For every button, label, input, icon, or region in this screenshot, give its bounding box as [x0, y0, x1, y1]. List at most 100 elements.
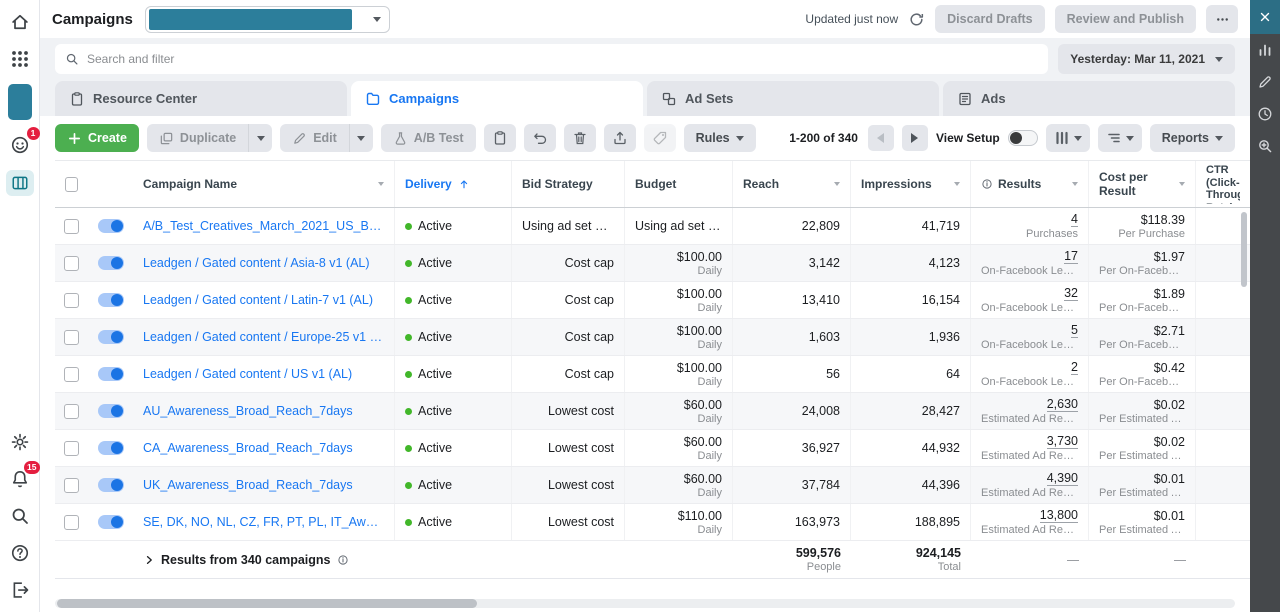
budget-header[interactable]: Budget	[625, 161, 733, 207]
cost-per-result-header[interactable]: Cost per Result	[1089, 161, 1196, 207]
edit-button[interactable]: Edit	[280, 124, 349, 152]
apps-grid-icon[interactable]	[8, 47, 32, 71]
vertical-scrollbar-thumb[interactable]	[1241, 212, 1247, 287]
campaign-name-link[interactable]: AU_Awareness_Broad_Reach_7days	[143, 404, 353, 418]
alerts-bell-icon[interactable]: 15	[8, 467, 32, 491]
home-icon[interactable]	[8, 10, 32, 34]
delete-button[interactable]	[564, 124, 596, 152]
account-selector-dropdown[interactable]	[145, 6, 390, 33]
campaign-active-toggle[interactable]	[98, 219, 124, 233]
impressions-header[interactable]: Impressions	[851, 161, 971, 207]
duplicate-caret-button[interactable]	[248, 124, 272, 152]
results-value[interactable]: 13,800	[1040, 508, 1078, 523]
campaign-name-link[interactable]: UK_Awareness_Broad_Reach_7days	[143, 478, 353, 492]
zoom-icon[interactable]	[1250, 130, 1280, 162]
date-range-picker[interactable]: Yesterday: Mar 11, 2021	[1058, 44, 1235, 74]
row-checkbox[interactable]	[64, 441, 79, 456]
ab-test-button[interactable]: A/B Test	[381, 124, 476, 152]
tab-campaigns[interactable]: Campaigns	[351, 81, 643, 116]
campaign-name-link[interactable]: CA_Awareness_Broad_Reach_7days	[143, 441, 353, 455]
search-icon[interactable]	[8, 504, 32, 528]
business-avatar[interactable]	[8, 84, 32, 120]
campaigns-folder-icon	[365, 91, 381, 107]
campaign-active-toggle[interactable]	[98, 404, 124, 418]
settings-gear-icon[interactable]	[8, 430, 32, 454]
undo-button[interactable]	[524, 124, 556, 152]
row-checkbox[interactable]	[64, 330, 79, 345]
reports-button[interactable]: Reports	[1150, 124, 1235, 152]
results-header[interactable]: Results	[971, 161, 1089, 207]
results-value[interactable]: 32	[1064, 286, 1078, 301]
ads-reporting-icon[interactable]	[6, 170, 34, 196]
horizontal-scrollbar-track[interactable]	[55, 599, 1235, 608]
tab-ads[interactable]: Ads	[943, 81, 1235, 116]
campaign-name-link[interactable]: A/B_Test_Creatives_March_2021_US_Broad_.…	[143, 219, 384, 233]
next-page-button[interactable]	[902, 125, 928, 151]
export-button[interactable]	[604, 124, 636, 152]
campaign-active-toggle[interactable]	[98, 478, 124, 492]
help-icon[interactable]	[8, 541, 32, 565]
prev-page-button[interactable]	[868, 125, 894, 151]
page-export-icon[interactable]	[8, 578, 32, 602]
results-value[interactable]: 3,730	[1047, 434, 1078, 449]
results-value[interactable]: 4	[1071, 212, 1078, 227]
tab-ad-sets[interactable]: Ad Sets	[647, 81, 939, 116]
row-checkbox[interactable]	[64, 293, 79, 308]
search-box[interactable]	[55, 44, 1048, 74]
row-checkbox[interactable]	[64, 404, 79, 419]
refresh-icon[interactable]	[908, 11, 925, 28]
tab-label: Campaigns	[389, 91, 459, 106]
more-options-button[interactable]	[1206, 5, 1238, 33]
campaign-active-toggle[interactable]	[98, 441, 124, 455]
breakdown-button[interactable]	[1098, 124, 1142, 152]
campaign-name-link[interactable]: Leadgen / Gated content / Europe-25 v1 (…	[143, 330, 384, 344]
duplicate-button[interactable]: Duplicate	[147, 124, 248, 152]
edit-caret-button[interactable]	[349, 124, 373, 152]
delivery-header[interactable]: Delivery	[395, 161, 512, 207]
row-checkbox[interactable]	[64, 367, 79, 382]
cost-per-result-cell: $1.97Per On-Facebook Le...	[1089, 245, 1196, 281]
history-clock-icon[interactable]	[1250, 98, 1280, 130]
search-input[interactable]	[87, 52, 1038, 66]
close-icon[interactable]	[1250, 0, 1280, 34]
row-checkbox[interactable]	[64, 219, 79, 234]
columns-button[interactable]	[1046, 124, 1090, 152]
bid-strategy-header[interactable]: Bid Strategy	[512, 161, 625, 207]
row-checkbox[interactable]	[64, 515, 79, 530]
ctr-header[interactable]: CTR (Click-Through Rate)	[1196, 161, 1250, 207]
edit-pencil-icon[interactable]	[1250, 66, 1280, 98]
campaign-active-toggle[interactable]	[98, 515, 124, 529]
row-checkbox[interactable]	[64, 256, 79, 271]
cost-per-result-cell: $2.71Per On-Facebook Le...	[1089, 319, 1196, 355]
expand-chevron-icon[interactable]	[143, 554, 155, 566]
reach-header[interactable]: Reach	[733, 161, 851, 207]
results-value[interactable]: 2,630	[1047, 397, 1078, 412]
select-all-checkbox[interactable]	[65, 177, 78, 192]
campaign-active-toggle[interactable]	[98, 367, 124, 381]
results-value[interactable]: 2	[1071, 360, 1078, 375]
horizontal-scrollbar-thumb[interactable]	[57, 599, 477, 608]
campaign-active-toggle[interactable]	[98, 293, 124, 307]
tag-button[interactable]	[644, 124, 676, 152]
chart-icon[interactable]	[1250, 34, 1280, 66]
notifications-smiley-icon[interactable]: 1	[8, 133, 32, 157]
campaign-name-link[interactable]: Leadgen / Gated content / Latin-7 v1 (AL…	[143, 293, 373, 307]
review-and-publish-button[interactable]: Review and Publish	[1055, 5, 1196, 33]
create-button[interactable]: Create	[55, 124, 139, 152]
tab-resource-center[interactable]: Resource Center	[55, 81, 347, 116]
campaign-active-toggle[interactable]	[98, 330, 124, 344]
discard-drafts-button[interactable]: Discard Drafts	[935, 5, 1044, 33]
campaign-name-link[interactable]: Leadgen / Gated content / Asia-8 v1 (AL)	[143, 256, 370, 270]
search-icon	[65, 52, 79, 66]
row-checkbox[interactable]	[64, 478, 79, 493]
results-value[interactable]: 4,390	[1047, 471, 1078, 486]
results-value[interactable]: 17	[1064, 249, 1078, 264]
campaign-name-header[interactable]: Campaign Name	[133, 161, 395, 207]
view-setup-toggle[interactable]	[1008, 130, 1038, 146]
campaign-active-toggle[interactable]	[98, 256, 124, 270]
campaign-name-link[interactable]: Leadgen / Gated content / US v1 (AL)	[143, 367, 352, 381]
clipboard-button[interactable]	[484, 124, 516, 152]
results-value[interactable]: 5	[1071, 323, 1078, 338]
campaign-name-link[interactable]: SE, DK, NO, NL, CZ, FR, PT, PL, IT_Aware…	[143, 515, 384, 529]
rules-button[interactable]: Rules	[684, 124, 756, 152]
